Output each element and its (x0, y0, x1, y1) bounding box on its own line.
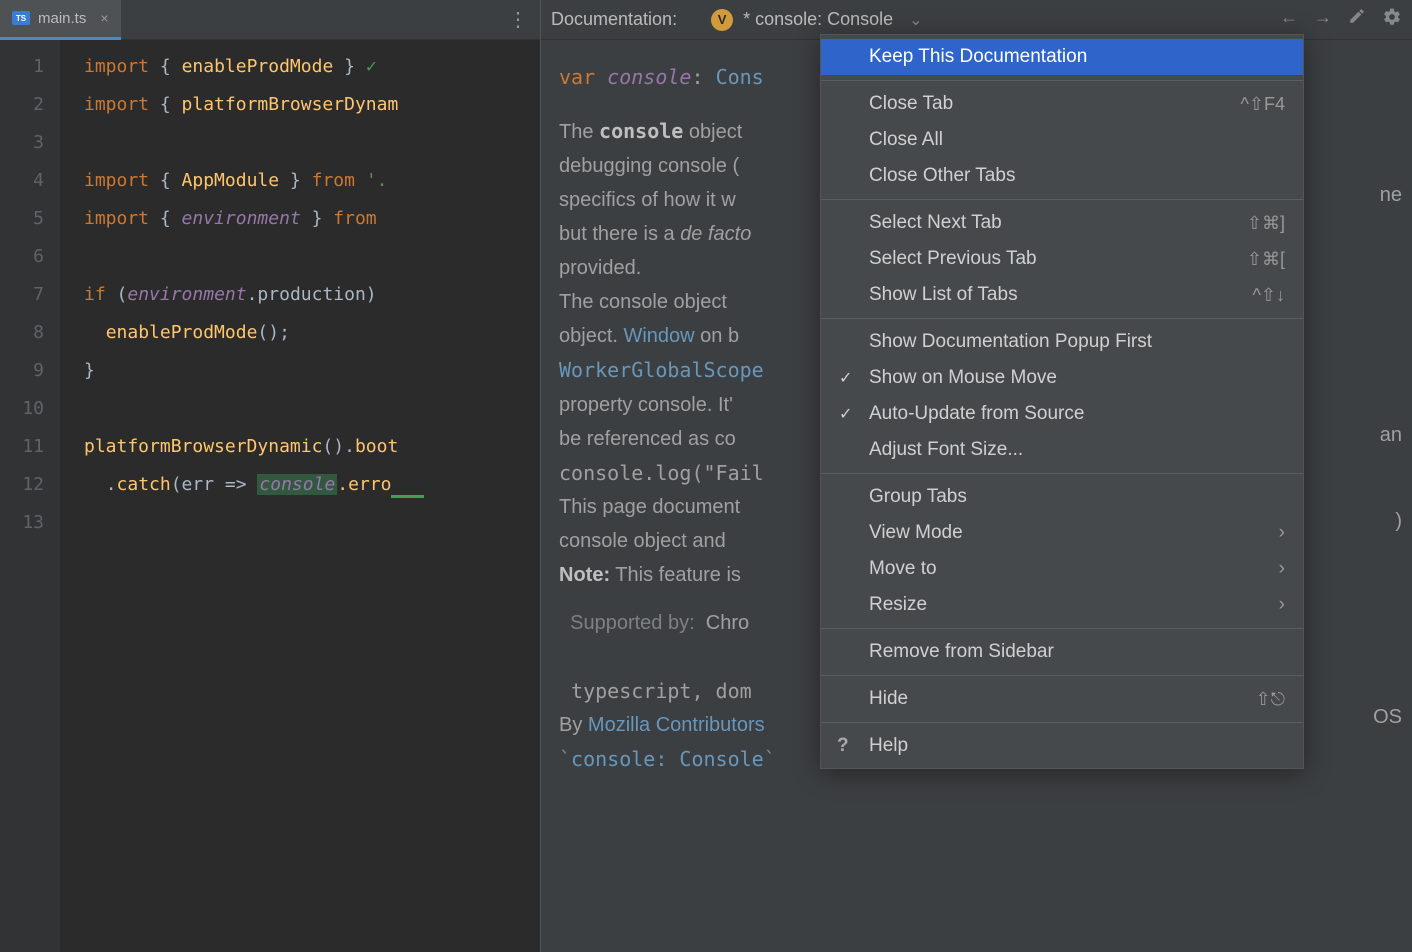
menu-item-label: View Mode (869, 522, 963, 544)
app-root: TS main.ts × ⋮ 1 2 3 4 5 6 7 8 9 10 11 1… (0, 0, 1412, 952)
menu-item[interactable]: ✓ Show on Mouse Move (821, 360, 1303, 396)
code-area[interactable]: 1 2 3 4 5 6 7 8 9 10 11 12 13 import { e… (0, 40, 540, 952)
typescript-file-icon: TS (12, 11, 30, 25)
menu-item[interactable]: Adjust Font Size... (821, 432, 1303, 468)
menu-item[interactable]: Keep This Documentation (821, 39, 1303, 75)
menu-item[interactable]: Show List of Tabs ^⇧↓ (821, 277, 1303, 313)
menu-item-label: Remove from Sidebar (869, 641, 1054, 663)
menu-separator (821, 199, 1303, 200)
edit-icon[interactable] (1348, 7, 1366, 32)
truncated-text: an (1380, 418, 1402, 452)
documentation-link[interactable]: Window (623, 325, 694, 347)
truncated-text: ) (1395, 504, 1402, 538)
forward-icon[interactable]: → (1314, 7, 1332, 32)
menu-item[interactable]: View Mode › (821, 515, 1303, 551)
menu-separator (821, 675, 1303, 676)
code-body[interactable]: import { enableProdMode } ✓import { plat… (60, 40, 540, 952)
menu-item-shortcut: ^⇧F4 (1240, 94, 1285, 115)
line-gutter: 1 2 3 4 5 6 7 8 9 10 11 12 13 (0, 40, 60, 952)
check-icon: ✓ (839, 368, 852, 388)
menu-item-shortcut: ⇧⎋ (1256, 689, 1285, 710)
menu-item[interactable]: Remove from Sidebar (821, 634, 1303, 670)
truncated-text: ne (1380, 178, 1402, 212)
menu-item[interactable]: Select Next Tab ⇧⌘] (821, 205, 1303, 241)
menu-item-label: Show on Mouse Move (869, 367, 1057, 389)
menu-separator (821, 318, 1303, 319)
menu-item[interactable]: ✓ Auto-Update from Source (821, 396, 1303, 432)
tab-more-icon[interactable]: ⋮ (508, 7, 528, 32)
variable-badge-icon: V (711, 9, 733, 31)
menu-item-shortcut: ⇧⌘] (1247, 213, 1285, 234)
menu-item-label: Close All (869, 129, 943, 151)
close-tab-icon[interactable]: × (100, 10, 108, 26)
help-icon: ? (837, 735, 849, 757)
menu-item-label: Move to (869, 558, 937, 580)
menu-item-label: Select Next Tab (869, 212, 1002, 234)
menu-item-label: Keep This Documentation (869, 46, 1087, 68)
documentation-link[interactable]: WorkerGlobalScope (559, 358, 764, 382)
menu-separator (821, 628, 1303, 629)
menu-item-shortcut: ^⇧↓ (1252, 285, 1285, 306)
menu-item[interactable]: Close Tab ^⇧F4 (821, 86, 1303, 122)
editor-pane: TS main.ts × ⋮ 1 2 3 4 5 6 7 8 9 10 11 1… (0, 0, 540, 952)
chevron-right-icon: › (1279, 522, 1285, 544)
menu-separator (821, 80, 1303, 81)
menu-item-label: Show Documentation Popup First (869, 331, 1152, 353)
check-icon: ✓ (366, 56, 377, 77)
gear-icon[interactable] (1382, 7, 1402, 32)
menu-item[interactable]: Show Documentation Popup First (821, 324, 1303, 360)
documentation-title: Documentation: (551, 9, 677, 30)
check-icon: ✓ (839, 404, 852, 424)
menu-item-label: Group Tabs (869, 486, 967, 508)
documentation-link[interactable]: Mozilla Contributors (588, 714, 765, 736)
editor-tab-bar: TS main.ts × ⋮ (0, 0, 540, 40)
editor-file-tab[interactable]: TS main.ts × (0, 0, 121, 40)
menu-item-label: Hide (869, 688, 908, 710)
menu-item[interactable]: Select Previous Tab ⇧⌘[ (821, 241, 1303, 277)
menu-item[interactable]: Close All (821, 122, 1303, 158)
menu-item-label: Close Other Tabs (869, 165, 1015, 187)
chevron-right-icon: › (1279, 558, 1285, 580)
menu-item-label: Auto-Update from Source (869, 403, 1084, 425)
menu-item-label: Select Previous Tab (869, 248, 1037, 270)
truncated-text: OS (1373, 700, 1402, 734)
menu-item-label: Close Tab (869, 93, 953, 115)
menu-item[interactable]: Resize › (821, 587, 1303, 623)
file-tab-label: main.ts (38, 10, 86, 27)
menu-item-label: Resize (869, 594, 927, 616)
menu-item-label: Help (869, 735, 908, 757)
menu-separator (821, 473, 1303, 474)
chevron-right-icon: › (1279, 594, 1285, 616)
menu-item[interactable]: Move to › (821, 551, 1303, 587)
menu-item-shortcut: ⇧⌘[ (1247, 249, 1285, 270)
documentation-context-menu: Keep This DocumentationClose Tab^⇧F4Clos… (820, 34, 1304, 769)
menu-item-label: Adjust Font Size... (869, 439, 1023, 461)
back-icon[interactable]: ← (1280, 7, 1298, 32)
menu-item[interactable]: ? Help (821, 728, 1303, 764)
menu-item[interactable]: Close Other Tabs (821, 158, 1303, 194)
menu-item[interactable]: Hide ⇧⎋ (821, 681, 1303, 717)
menu-separator (821, 722, 1303, 723)
menu-item-label: Show List of Tabs (869, 284, 1018, 306)
chevron-down-icon[interactable]: ⌄ (909, 10, 922, 30)
menu-item[interactable]: Group Tabs (821, 479, 1303, 515)
documentation-tab-label[interactable]: * console: Console (743, 9, 893, 30)
documentation-toolbar: ← → (1280, 7, 1402, 32)
